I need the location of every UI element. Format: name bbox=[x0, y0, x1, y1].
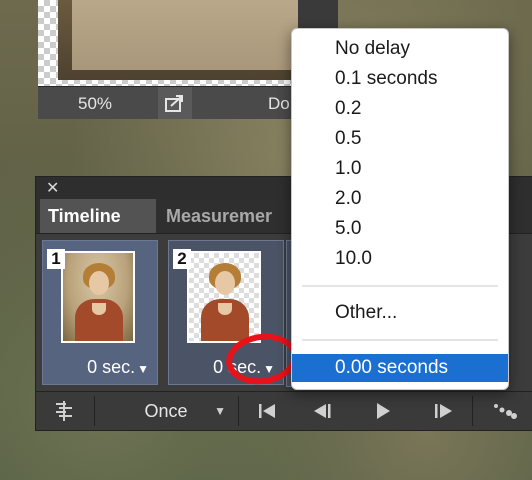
canvas[interactable] bbox=[38, 0, 298, 86]
previous-frame-button[interactable] bbox=[298, 392, 348, 430]
convert-icon bbox=[56, 401, 72, 421]
play-icon bbox=[377, 403, 390, 419]
menu-item-other[interactable]: Other... bbox=[292, 299, 508, 327]
previous-frame-icon bbox=[314, 404, 331, 418]
tab-measurement[interactable]: Measuremer bbox=[158, 199, 280, 233]
loop-options-dropdown[interactable]: Once ▼ bbox=[96, 392, 236, 430]
share-button[interactable] bbox=[158, 87, 192, 119]
menu-item-selected-delay[interactable]: 0.00 seconds bbox=[292, 354, 508, 382]
menu-item-no-delay[interactable]: No delay bbox=[292, 35, 508, 63]
menu-item-0-1-seconds[interactable]: 0.1 seconds bbox=[292, 65, 508, 93]
tween-icon bbox=[493, 404, 517, 419]
menu-item-0-5[interactable]: 0.5 bbox=[292, 125, 508, 153]
dropdown-arrow-icon: ▼ bbox=[214, 404, 226, 418]
frame-delay-menu: No delay 0.1 seconds 0.2 0.5 1.0 2.0 5.0… bbox=[291, 28, 509, 390]
menu-divider bbox=[302, 285, 498, 287]
close-icon[interactable]: ✕ bbox=[46, 178, 59, 198]
play-button[interactable] bbox=[358, 392, 408, 430]
menu-divider bbox=[302, 339, 498, 341]
next-frame-icon bbox=[435, 404, 452, 418]
menu-item-5-0[interactable]: 5.0 bbox=[292, 215, 508, 243]
loop-option-value: Once bbox=[144, 400, 188, 421]
playback-controls: Once ▼ bbox=[36, 391, 532, 430]
frame-1[interactable]: 1 0 sec. ▼ bbox=[42, 240, 158, 385]
share-icon bbox=[165, 95, 183, 112]
convert-timeline-button[interactable] bbox=[36, 392, 94, 430]
menu-item-1-0[interactable]: 1.0 bbox=[292, 155, 508, 183]
first-frame-icon bbox=[259, 404, 275, 418]
menu-item-10-0[interactable]: 10.0 bbox=[292, 245, 508, 273]
frame-delay-value: 0 sec. bbox=[87, 357, 136, 377]
document-status-text: Do bbox=[268, 94, 290, 113]
frame-number: 2 bbox=[173, 249, 191, 269]
frame-number: 1 bbox=[47, 249, 65, 269]
tween-button[interactable] bbox=[476, 392, 532, 430]
dropdown-arrow-icon: ▼ bbox=[137, 362, 149, 376]
painting-image bbox=[58, 0, 298, 80]
frame-delay-dropdown[interactable]: 0 sec. ▼ bbox=[87, 357, 149, 378]
first-frame-button[interactable] bbox=[242, 392, 292, 430]
next-frame-button[interactable] bbox=[418, 392, 468, 430]
frame-thumbnail bbox=[187, 251, 261, 343]
frame-thumbnail bbox=[61, 251, 135, 343]
tab-timeline[interactable]: Timeline bbox=[40, 199, 156, 233]
menu-item-0-2[interactable]: 0.2 bbox=[292, 95, 508, 123]
zoom-level[interactable]: 50% bbox=[78, 94, 112, 114]
menu-item-2-0[interactable]: 2.0 bbox=[292, 185, 508, 213]
